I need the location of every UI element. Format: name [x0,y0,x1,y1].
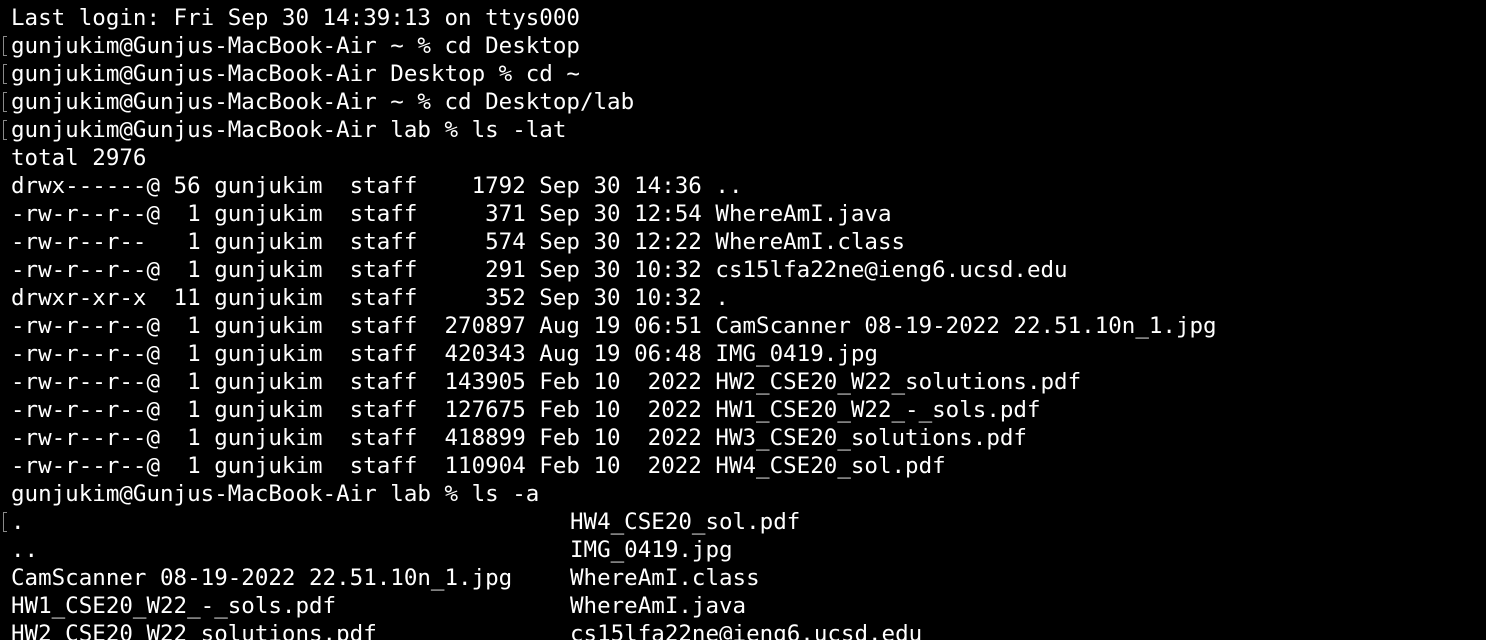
prompt-mark-icon [3,92,7,112]
prompt-mark-icon [3,36,7,56]
command-line: gunjukim@Gunjus-MacBook-Air Desktop % cd… [3,60,1486,88]
output-line: -rw-r--r--@ 1 gunjukim staff 418899 Feb … [11,425,1027,451]
output-line: total 2976 [11,145,147,171]
login-line: Last login: Fri Sep 30 14:39:13 on ttys0… [11,5,580,31]
prompt-mark-icon [3,64,7,84]
prompt-mark-icon [3,512,7,532]
ls-entry: cs15lfa22ne@ieng6.ucsd.edu [570,621,923,640]
output-line: -rw-r--r--@ 1 gunjukim staff 371 Sep 30 … [11,201,892,227]
output-line: drwx------@ 56 gunjukim staff 1792 Sep 3… [11,173,743,199]
ls-entry: .. [11,537,39,563]
output-line: drwxr-xr-x 11 gunjukim staff 352 Sep 30 … [11,285,729,311]
output-line: -rw-r--r--@ 1 gunjukim staff 143905 Feb … [11,369,1082,395]
ls-entry: HW2_CSE20_W22_solutions.pdf [11,621,377,640]
ls-output-row: CamScanner 08-19-2022 22.51.10n_1.jpg Whe… [11,564,1486,592]
output-line: -rw-r--r--@ 1 gunjukim staff 127675 Feb … [11,397,1041,423]
ls-output-row: HW1_CSE20_W22_-_sols.pdf WhereAmI.java [11,592,1486,620]
output-line: -rw-r--r--@ 1 gunjukim staff 270897 Aug … [11,313,1217,339]
ls-entry: IMG_0419.jpg [570,537,733,563]
output-line: -rw-r--r--@ 1 gunjukim staff 110904 Feb … [11,453,946,479]
command-line: gunjukim@Gunjus-MacBook-Air ~ % cd Deskt… [3,88,1486,116]
ls-entry: HW1_CSE20_W22_-_sols.pdf [11,593,337,619]
command-line: gunjukim@Gunjus-MacBook-Air lab % ls -la… [3,116,1486,144]
ls-output-row: HW2_CSE20_W22_solutions.pdf cs15lfa22ne@i… [11,620,1486,640]
output-line: -rw-r--r-- 1 gunjukim staff 574 Sep 30 1… [11,229,906,255]
command-line: gunjukim@Gunjus-MacBook-Air lab % ls -a [11,481,540,507]
terminal-window[interactable]: Last login: Fri Sep 30 14:39:13 on ttys0… [0,0,1486,640]
ls-entry: CamScanner 08-19-2022 22.51.10n_1.jpg [11,565,513,591]
ls-output-row: .. IMG_0419.jpg [11,536,1486,564]
output-line: -rw-r--r--@ 1 gunjukim staff 420343 Aug … [11,341,878,367]
ls-entry: HW4_CSE20_sol.pdf [570,509,801,535]
ls-entry: WhereAmI.java [570,593,747,619]
output-line: -rw-r--r--@ 1 gunjukim staff 291 Sep 30 … [11,257,1068,283]
command-line: gunjukim@Gunjus-MacBook-Air ~ % cd Deskt… [3,32,1486,60]
prompt-mark-icon [3,120,7,140]
ls-entry: . [11,509,25,535]
ls-entry: WhereAmI.class [570,565,760,591]
ls-output-row: . HW4_CSE20_sol.pdf [3,508,1486,536]
